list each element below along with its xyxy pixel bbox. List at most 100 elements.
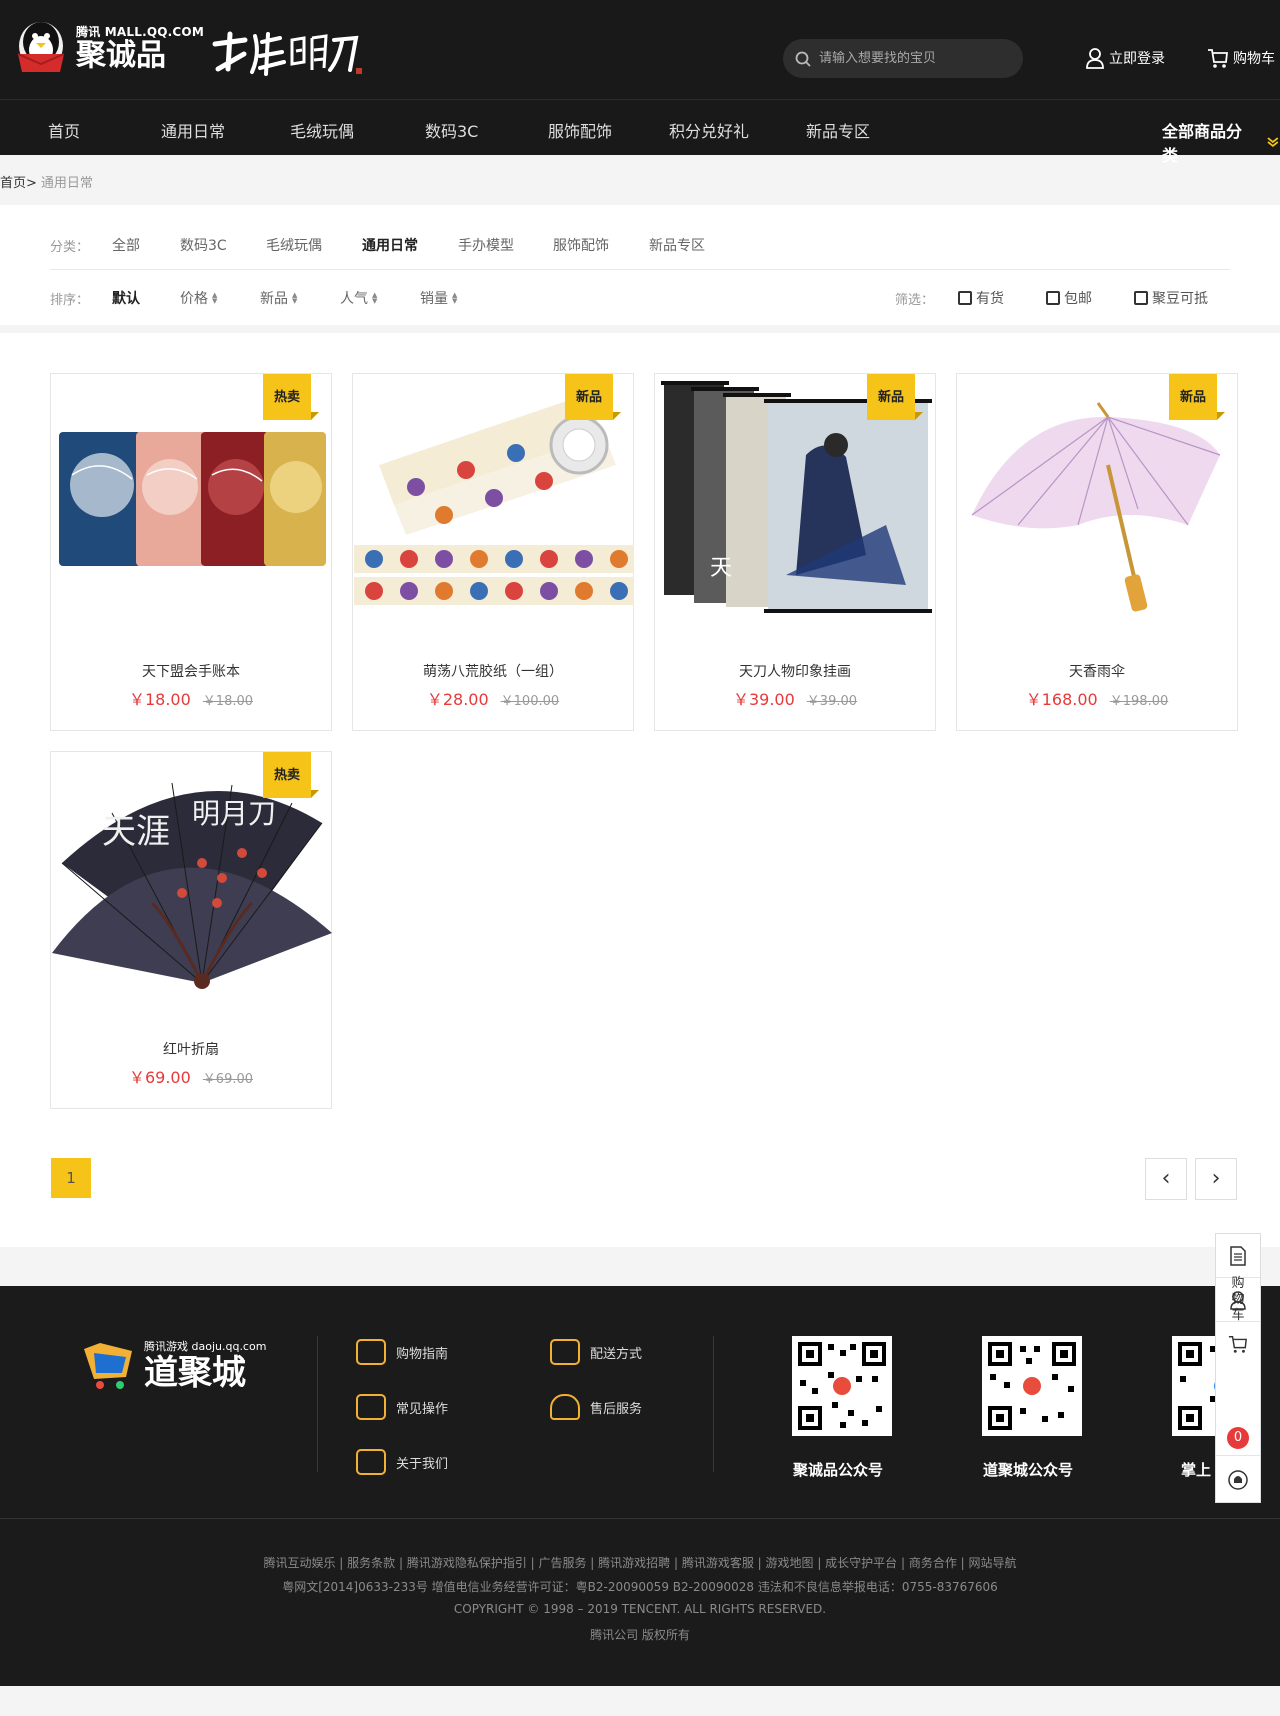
footer-copyright: COPYRIGHT © 1998 – 2019 TENCENT. ALL RIG…: [453, 1602, 827, 1616]
category-label: 分类：: [50, 240, 90, 255]
breadcrumb-home[interactable]: 首页>: [0, 176, 37, 191]
product-card[interactable]: 天涯 明月刀 热卖 红叶折扇 ￥69.00 ￥69.00: [50, 751, 332, 1109]
product-card[interactable]: 新品 萌荡八荒胶纸（一组） ￥28.00 ￥100.00: [352, 373, 634, 731]
nav-item-points[interactable]: 积分兑好礼: [669, 118, 749, 142]
nav-item-digital[interactable]: 数码3C: [425, 118, 478, 142]
product-prices: ￥168.00 ￥198.00: [957, 686, 1237, 710]
sort-popularity[interactable]: 人气 ▲ ▼: [340, 288, 377, 308]
footer-brand-logo[interactable]: 腾讯游戏 daoju.qq.com 道聚城: [80, 1338, 266, 1392]
category-daily[interactable]: 通用日常: [362, 235, 418, 255]
product-price: ￥39.00: [732, 690, 795, 709]
search-input[interactable]: [819, 51, 1009, 66]
cart-logo-icon: [84, 1343, 132, 1389]
cart-count-badge: 0: [1227, 1427, 1249, 1449]
nav-item-home[interactable]: 首页: [48, 118, 80, 142]
checkbox-icon: [1046, 291, 1060, 305]
product-card[interactable]: 天 新品 天刀人物印象挂画 ￥39.00 ￥39.00: [654, 373, 936, 731]
cart-link[interactable]: 购物车: [1207, 47, 1275, 69]
sidebar-cart-text: 购物车: [1231, 1276, 1245, 1323]
cart-icon: [1208, 49, 1229, 68]
category-plush[interactable]: 毛绒玩偶: [266, 235, 322, 255]
product-name[interactable]: 红叶折扇: [51, 1039, 331, 1059]
sort-sales-label: 销量: [420, 291, 448, 307]
product-price: ￥28.00: [426, 690, 489, 709]
product-card[interactable]: 热卖 天下盟会手账本 ￥18.00 ￥18.00: [50, 373, 332, 731]
sort-new[interactable]: 新品 ▲ ▼: [260, 288, 297, 308]
product-old-price: ￥69.00: [202, 1072, 254, 1087]
sidebar-service-button[interactable]: [1216, 1458, 1260, 1502]
pagination-next-button[interactable]: ›: [1195, 1158, 1237, 1200]
product-prices: ￥28.00 ￥100.00: [353, 686, 633, 710]
checkbox-icon: [958, 291, 972, 305]
login-link[interactable]: 立即登录: [1085, 47, 1165, 69]
filter-points-label: 聚豆可抵: [1152, 291, 1208, 307]
hot-badge: 热卖: [263, 374, 319, 420]
sort-arrows-icon: ▲ ▼: [212, 291, 218, 305]
product-area: 热卖 天下盟会手账本 ￥18.00 ￥18.00 新品 萌荡八荒胶纸（一组） ￥2…: [0, 333, 1280, 1247]
sort-default[interactable]: 默认: [112, 288, 140, 308]
product-old-price: ￥39.00: [806, 694, 858, 709]
footer-link-delivery[interactable]: 配送方式: [550, 1339, 642, 1365]
product-prices: ￥18.00 ￥18.00: [51, 686, 331, 710]
product-price: ￥18.00: [128, 690, 191, 709]
category-new[interactable]: 新品专区: [649, 235, 705, 255]
pagination-prev-button[interactable]: ‹: [1145, 1158, 1187, 1200]
search-box[interactable]: [783, 39, 1023, 78]
sort-sales[interactable]: 销量 ▲ ▼: [420, 288, 457, 308]
sort-label: 排序：: [50, 293, 90, 308]
sort-popularity-label: 人气: [340, 291, 368, 307]
category-figures[interactable]: 手办模型: [458, 235, 514, 255]
nav-item-new[interactable]: 新品专区: [806, 118, 870, 142]
nav-item-plush[interactable]: 毛绒玩偶: [290, 118, 354, 142]
screen-label: 筛选：: [895, 293, 935, 308]
new-badge: 新品: [565, 374, 621, 420]
filter-in-stock[interactable]: 有货: [958, 288, 1004, 308]
sort-new-label: 新品: [260, 291, 288, 307]
nav-item-apparel[interactable]: 服饰配饰: [548, 118, 612, 142]
main-nav: 首页 通用日常 毛绒玩偶 数码3C 服饰配饰 积分兑好礼 新品专区 全部商品分类: [0, 99, 1280, 165]
site-footer: 腾讯游戏 daoju.qq.com 道聚城 购物指南 配送方式 常见操作 售后服…: [0, 1286, 1280, 1686]
category-apparel[interactable]: 服饰配饰: [553, 235, 609, 255]
product-name[interactable]: 天香雨伞: [957, 661, 1237, 681]
cart-icon: [1228, 1336, 1247, 1353]
product-name[interactable]: 天下盟会手账本: [51, 661, 331, 681]
footer-link-faq[interactable]: 常见操作: [356, 1394, 448, 1420]
product-name[interactable]: 萌荡八荒胶纸（一组）: [353, 661, 633, 681]
footer-link-aftersale[interactable]: 售后服务: [550, 1394, 642, 1420]
qr-code-image: [792, 1336, 892, 1436]
all-categories-label: 全部商品分类: [1162, 122, 1243, 165]
document-icon: [1230, 1245, 1246, 1266]
footer-divider: [713, 1336, 714, 1472]
sort-arrows-icon: ▲ ▼: [292, 291, 298, 305]
breadcrumb: 首页> 通用日常: [0, 172, 93, 191]
sort-arrows-icon: ▲ ▼: [372, 291, 378, 305]
footer-link-guide[interactable]: 购物指南: [356, 1339, 448, 1365]
pagination-page-1[interactable]: 1: [51, 1158, 91, 1198]
nav-item-daily[interactable]: 通用日常: [161, 118, 225, 142]
sort-price-label: 价格: [180, 291, 208, 307]
top-header: 腾讯 MALL.QQ.COM 聚诚品 立即登录 购物车: [0, 0, 1280, 99]
category-digital[interactable]: 数码3C: [180, 235, 227, 255]
sidebar-orders-button[interactable]: [1216, 1234, 1260, 1278]
chevron-down-icon: [1267, 137, 1279, 148]
filter-in-stock-label: 有货: [976, 291, 1004, 307]
headphones-icon: [550, 1394, 580, 1420]
footer-rights: 腾讯公司 版权所有: [590, 1628, 690, 1642]
category-all[interactable]: 全部: [112, 235, 140, 255]
product-name[interactable]: 天刀人物印象挂画: [655, 661, 935, 681]
qr-code-image: [982, 1336, 1082, 1436]
footer-legal-links[interactable]: 腾讯互动娱乐 | 服务条款 | 腾讯游戏隐私保护指引 | 广告服务 | 腾讯游戏…: [0, 1554, 1280, 1571]
sort-default-label: 默认: [112, 291, 140, 307]
filter-points[interactable]: 聚豆可抵: [1134, 288, 1208, 308]
footer-link-label: 售后服务: [590, 1401, 643, 1417]
sort-price[interactable]: 价格 ▲ ▼: [180, 288, 217, 308]
search-icon: [795, 51, 811, 67]
all-categories-menu[interactable]: 全部商品分类: [1162, 118, 1280, 166]
product-prices: ￥69.00 ￥69.00: [51, 1064, 331, 1088]
logo-small-text: 腾讯 MALL.QQ.COM: [76, 24, 204, 39]
site-logo[interactable]: 腾讯 MALL.QQ.COM 聚诚品: [10, 16, 204, 78]
product-card[interactable]: 新品 天香雨伞 ￥168.00 ￥198.00: [956, 373, 1238, 731]
footer-link-about[interactable]: 关于我们: [356, 1449, 448, 1475]
message-icon: [356, 1449, 386, 1475]
filter-free-shipping[interactable]: 包邮: [1046, 288, 1092, 308]
